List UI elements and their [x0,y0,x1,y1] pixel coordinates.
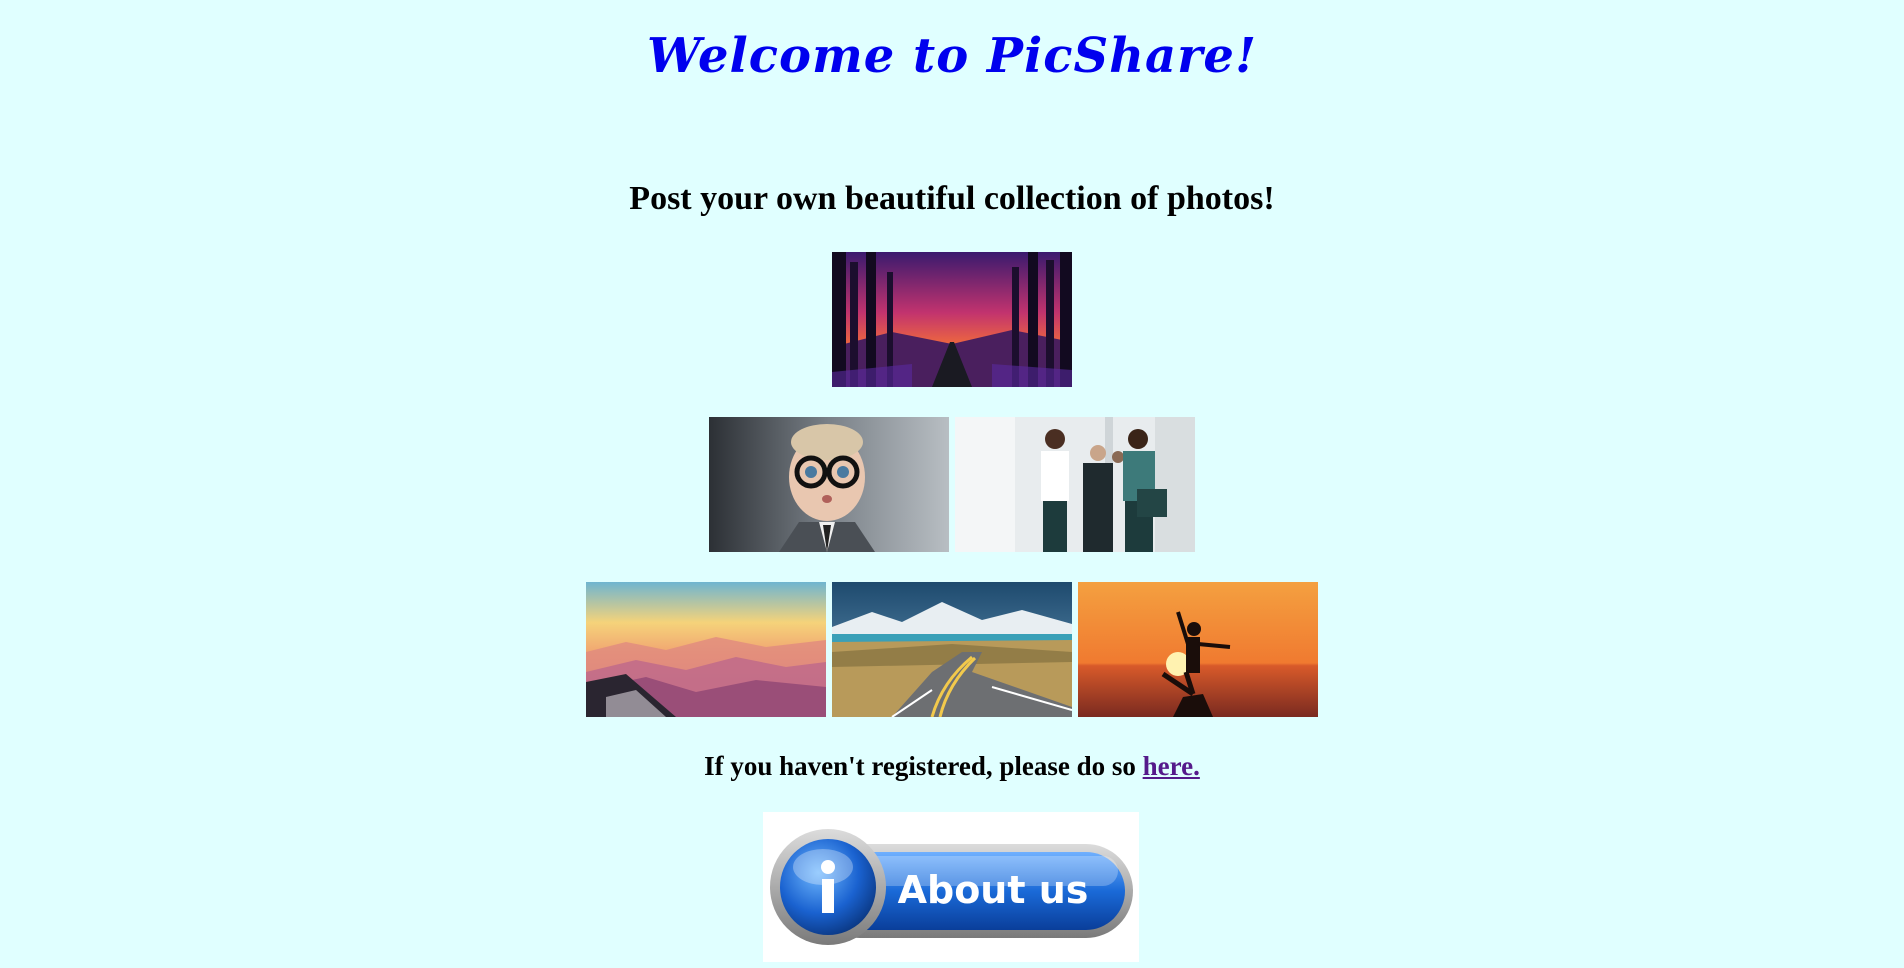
child-glasses-photo [709,417,949,552]
info-icon [821,860,835,913]
business-people-photo [955,417,1195,552]
register-prompt-text: If you haven't registered, please do so [704,751,1143,781]
page-subtitle: Post your own beautiful collection of ph… [629,180,1275,217]
forest-sunset-image [832,252,1072,387]
business-people-image [955,417,1195,552]
mountain-road-image [832,582,1072,717]
silhouette-sunset-photo [1078,582,1318,717]
silhouette-sunset-image [1078,582,1318,717]
register-prompt: If you haven't registered, please do so … [0,751,1904,782]
child-glasses-image [709,417,949,552]
mountain-sunrise-image [586,582,826,717]
about-us-label: About us [898,868,1089,912]
page-title: Welcome to PicShare! [646,28,1258,84]
about-us-graphic: About us [770,829,1133,945]
mountain-sunrise-photo [586,582,826,717]
mountain-road-photo [832,582,1072,717]
about-us-button[interactable]: About us [763,812,1139,962]
register-link[interactable]: here. [1143,751,1200,781]
forest-sunset-photo [832,252,1072,387]
